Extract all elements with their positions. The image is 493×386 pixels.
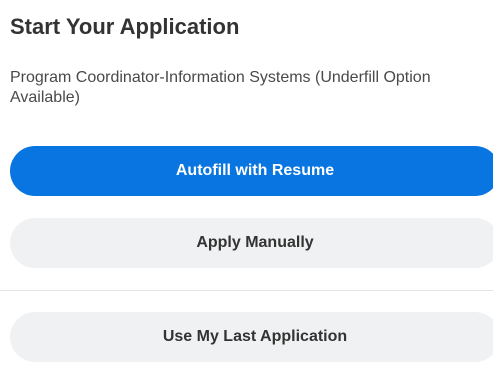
section-divider <box>0 290 493 291</box>
use-last-application-button[interactable]: Use My Last Application <box>10 312 493 362</box>
autofill-with-resume-button[interactable]: Autofill with Resume <box>10 146 493 196</box>
page-title: Start Your Application <box>10 14 240 39</box>
start-application-panel: Start Your Application Program Coordinat… <box>0 0 493 386</box>
job-title: Program Coordinator-Information Systems … <box>10 69 431 106</box>
apply-manually-button[interactable]: Apply Manually <box>10 218 493 268</box>
